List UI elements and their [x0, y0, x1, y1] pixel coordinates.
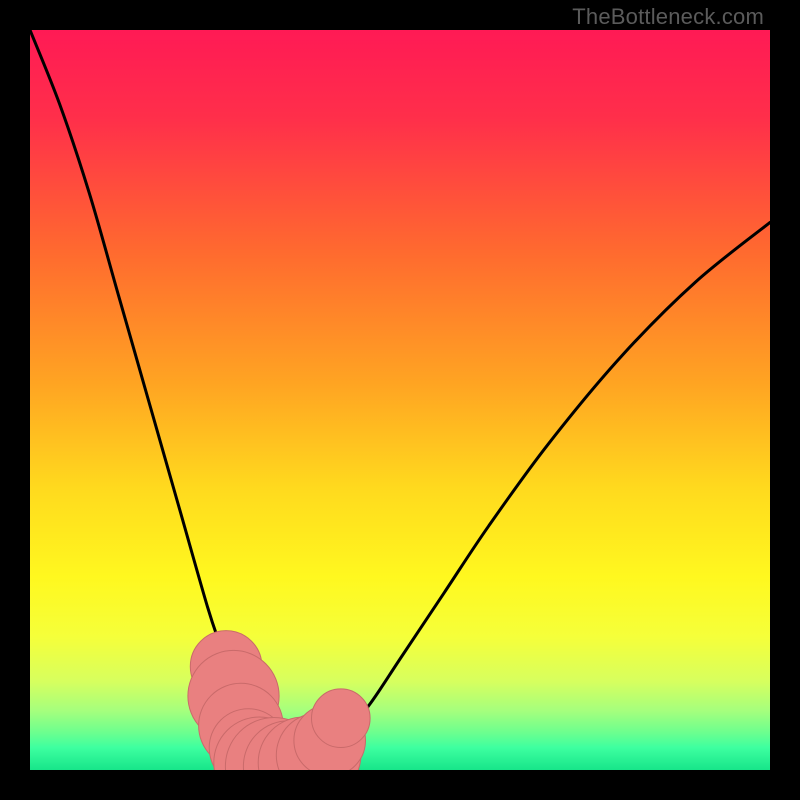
chart-frame: TheBottleneck.com	[0, 0, 800, 800]
plot-area	[30, 30, 770, 770]
curve-markers	[188, 631, 370, 770]
watermark-text: TheBottleneck.com	[572, 4, 764, 30]
bottleneck-curve	[30, 30, 770, 770]
curve-marker	[312, 689, 371, 748]
curve-layer	[30, 30, 770, 770]
